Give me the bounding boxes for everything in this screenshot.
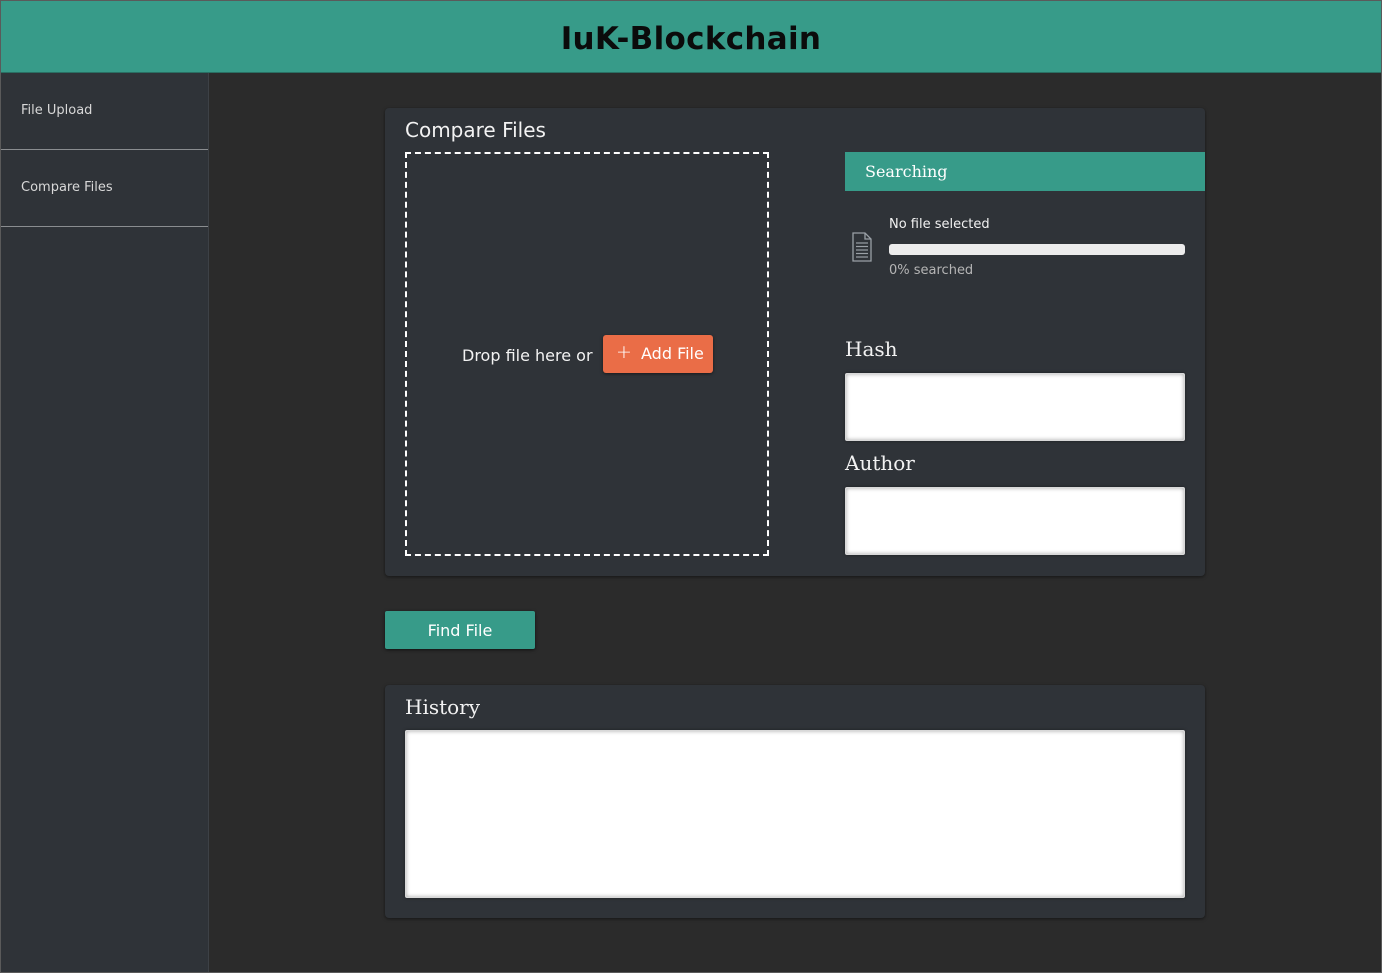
file-dropzone[interactable]: Drop file here or + Add File [405, 152, 769, 556]
add-file-button[interactable]: + Add File [603, 335, 713, 373]
sidebar-item-label: Compare Files [21, 180, 113, 195]
app-title: IuK-Blockchain [560, 21, 822, 57]
panel-title: Compare Files [405, 118, 546, 142]
app-window: IuK-Blockchain File Upload Compare Files… [0, 0, 1382, 973]
plus-icon: + [616, 341, 632, 363]
history-field[interactable] [405, 730, 1185, 898]
find-file-button[interactable]: Find File [385, 611, 535, 649]
sidebar-item-label: File Upload [21, 103, 93, 118]
hash-label: Hash [845, 337, 898, 361]
history-title: History [405, 695, 481, 719]
sidebar: File Upload Compare Files [1, 73, 209, 972]
top-bar: IuK-Blockchain [1, 1, 1381, 73]
sidebar-item-file-upload[interactable]: File Upload [1, 73, 208, 150]
search-status-header: Searching [845, 152, 1205, 191]
sidebar-item-compare-files[interactable]: Compare Files [1, 150, 208, 227]
compare-files-panel: Compare Files Drop file here or + Add Fi… [385, 108, 1205, 576]
selected-file-name: No file selected [889, 217, 990, 232]
file-icon [852, 232, 872, 262]
author-label: Author [845, 451, 915, 475]
author-field[interactable] [845, 487, 1185, 555]
search-status-title: Searching [865, 162, 948, 181]
search-progress-text: 0% searched [889, 263, 974, 278]
search-progress-bar [889, 244, 1185, 255]
history-panel: History [385, 685, 1205, 918]
add-file-label: Add File [641, 344, 704, 363]
dropzone-text: Drop file here or [462, 346, 593, 365]
find-file-label: Find File [427, 621, 493, 640]
hash-field[interactable] [845, 373, 1185, 441]
